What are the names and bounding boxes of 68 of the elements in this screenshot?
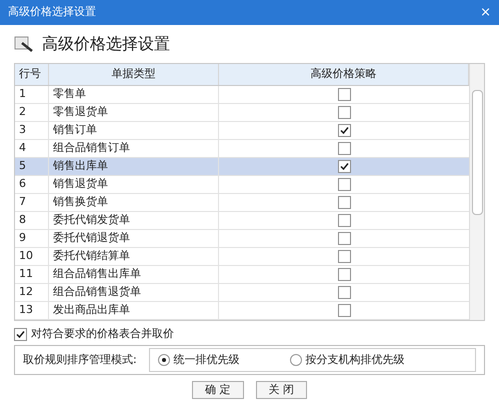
checkbox[interactable] xyxy=(338,106,350,119)
table-cell: 零售单 xyxy=(49,86,219,103)
table-cell: 销售订单 xyxy=(49,122,219,139)
table-row[interactable]: 1 零售单 xyxy=(15,86,469,104)
checkbox[interactable] xyxy=(338,88,350,101)
checkbox[interactable] xyxy=(338,232,350,245)
checkbox[interactable] xyxy=(338,304,350,317)
checkbox[interactable] xyxy=(338,250,350,263)
table-cell: 委托代销发货单 xyxy=(49,212,219,229)
table-row[interactable]: 6 销售退货单 xyxy=(15,176,469,194)
checkbox[interactable] xyxy=(338,178,350,191)
row-number: 1 xyxy=(15,86,49,103)
checkbox[interactable] xyxy=(338,124,350,137)
table-row[interactable]: 13 发出商品出库单 xyxy=(15,302,469,320)
table-cell: 销售退货单 xyxy=(49,176,219,193)
row-number: 12 xyxy=(15,284,49,301)
table-cell: 组合品销售出库单 xyxy=(49,266,219,283)
table-row[interactable]: 8 委托代销发货单 xyxy=(15,212,469,230)
table-row[interactable]: 11 组合品销售出库单 xyxy=(15,266,469,284)
table-cell: 零售退货单 xyxy=(49,104,219,121)
magnifier-icon xyxy=(14,35,34,53)
table-row[interactable]: 12 组合品销售退货单 xyxy=(15,284,469,302)
table-cell: 组合品销售订单 xyxy=(49,140,219,157)
column-header: 单据类型 xyxy=(49,64,219,85)
checkbox[interactable] xyxy=(338,196,350,209)
row-number: 10 xyxy=(15,248,49,265)
checkbox[interactable] xyxy=(338,160,350,173)
table-cell: 销售换货单 xyxy=(49,194,219,211)
row-number: 5 xyxy=(15,158,49,175)
row-number: 2 xyxy=(15,104,49,121)
table-cell: 委托代销退货单 xyxy=(49,230,219,247)
option-label: 对符合要求的价格表合并取价 xyxy=(31,326,174,342)
row-number: 8 xyxy=(15,212,49,229)
mode-label: 取价规则排序管理模式: xyxy=(23,352,137,368)
checkbox[interactable] xyxy=(338,142,350,155)
radio-button[interactable] xyxy=(290,354,302,366)
table-row[interactable]: 9 委托代销退货单 xyxy=(15,230,469,248)
checkbox[interactable] xyxy=(338,286,350,299)
row-number: 9 xyxy=(15,230,49,247)
table-cell: 发出商品出库单 xyxy=(49,302,219,319)
row-number: 4 xyxy=(15,140,49,157)
table-row[interactable]: 7 销售换货单 xyxy=(15,194,469,212)
radio-button[interactable] xyxy=(158,354,170,366)
row-number: 3 xyxy=(15,122,49,139)
table-cell: 委托代销结算单 xyxy=(49,248,219,265)
row-number: 7 xyxy=(15,194,49,211)
table-row[interactable]: 4 组合品销售订单 xyxy=(15,140,469,158)
checkbox[interactable] xyxy=(338,268,350,281)
radio-label: 按分支机构排优先级 xyxy=(306,352,405,368)
table-row[interactable]: 2 零售退货单 xyxy=(15,104,469,122)
close-button[interactable]: × xyxy=(480,6,491,19)
scrollbar[interactable] xyxy=(469,64,484,320)
column-header: 行号 xyxy=(15,64,49,85)
dialog-button[interactable]: 关 闭 xyxy=(256,381,307,399)
row-number: 13 xyxy=(15,302,49,319)
table-row[interactable]: 5 销售出库单 xyxy=(15,158,469,176)
dialog-button[interactable]: 确 定 xyxy=(192,381,244,399)
row-number: 6 xyxy=(15,176,49,193)
checkbox[interactable] xyxy=(338,214,350,227)
row-number: 11 xyxy=(15,266,49,283)
checkbox[interactable] xyxy=(14,328,27,340)
radio-label: 统一排优先级 xyxy=(174,352,240,368)
table-cell: 组合品销售退货单 xyxy=(49,284,219,301)
table-row[interactable]: 10 委托代销结算单 xyxy=(15,248,469,266)
window-title: 高级价格选择设置 xyxy=(8,4,96,20)
table-cell: 销售出库单 xyxy=(49,158,219,175)
table-row[interactable]: 3 销售订单 xyxy=(15,122,469,140)
dialog-heading: 高级价格选择设置 xyxy=(42,33,170,55)
